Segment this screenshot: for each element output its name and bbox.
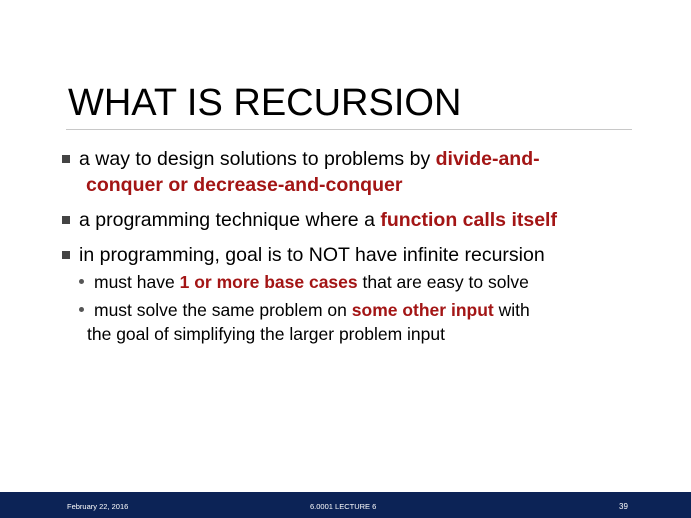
footer-page-number: 39 [619,502,628,511]
bullet-highlight: divide-and- [435,148,540,170]
slide-footer: February 22, 2016 6.0001 LECTURE 6 39 [0,492,691,518]
bullet-highlight: some other input [351,300,494,320]
dot-bullet-icon [79,279,84,284]
slide-title: WHAT IS RECURSION [68,82,462,124]
bullet-item: a programming technique where a function… [62,207,652,233]
slide: WHAT IS RECURSION a way to design soluti… [0,0,691,518]
dot-bullet-icon [79,307,84,312]
bullet-text: a programming technique where a [79,209,381,231]
bullet-text: the goal of simplifying the larger probl… [87,324,445,344]
square-bullet-icon [62,251,70,259]
bullet-highlight: conquer or decrease-and-conquer [86,174,403,196]
bullet-text: with [493,300,530,320]
footer-date: February 22, 2016 [67,502,129,511]
sub-bullet-item: must have 1 or more base cases that are … [62,270,652,294]
bullet-highlight: 1 or more base cases [179,272,358,292]
bullet-list: a way to design solutions to problems by… [62,146,652,350]
bullet-text: that are easy to solve [357,272,529,292]
bullet-highlight: function calls itself [380,209,557,231]
bullet-text: a way to design solutions to problems by [79,148,436,170]
square-bullet-icon [62,155,70,163]
square-bullet-icon [62,216,70,224]
bullet-text: must solve the same problem on [94,300,352,320]
title-divider [66,129,632,130]
bullet-text: must have [94,272,180,292]
sub-bullet-item: must solve the same problem on some othe… [62,298,652,346]
bullet-item: a way to design solutions to problems by… [62,146,652,198]
bullet-text: in programming, goal is to NOT have infi… [79,244,545,266]
bullet-item: in programming, goal is to NOT have infi… [62,242,652,268]
footer-course: 6.0001 LECTURE 6 [310,502,377,511]
